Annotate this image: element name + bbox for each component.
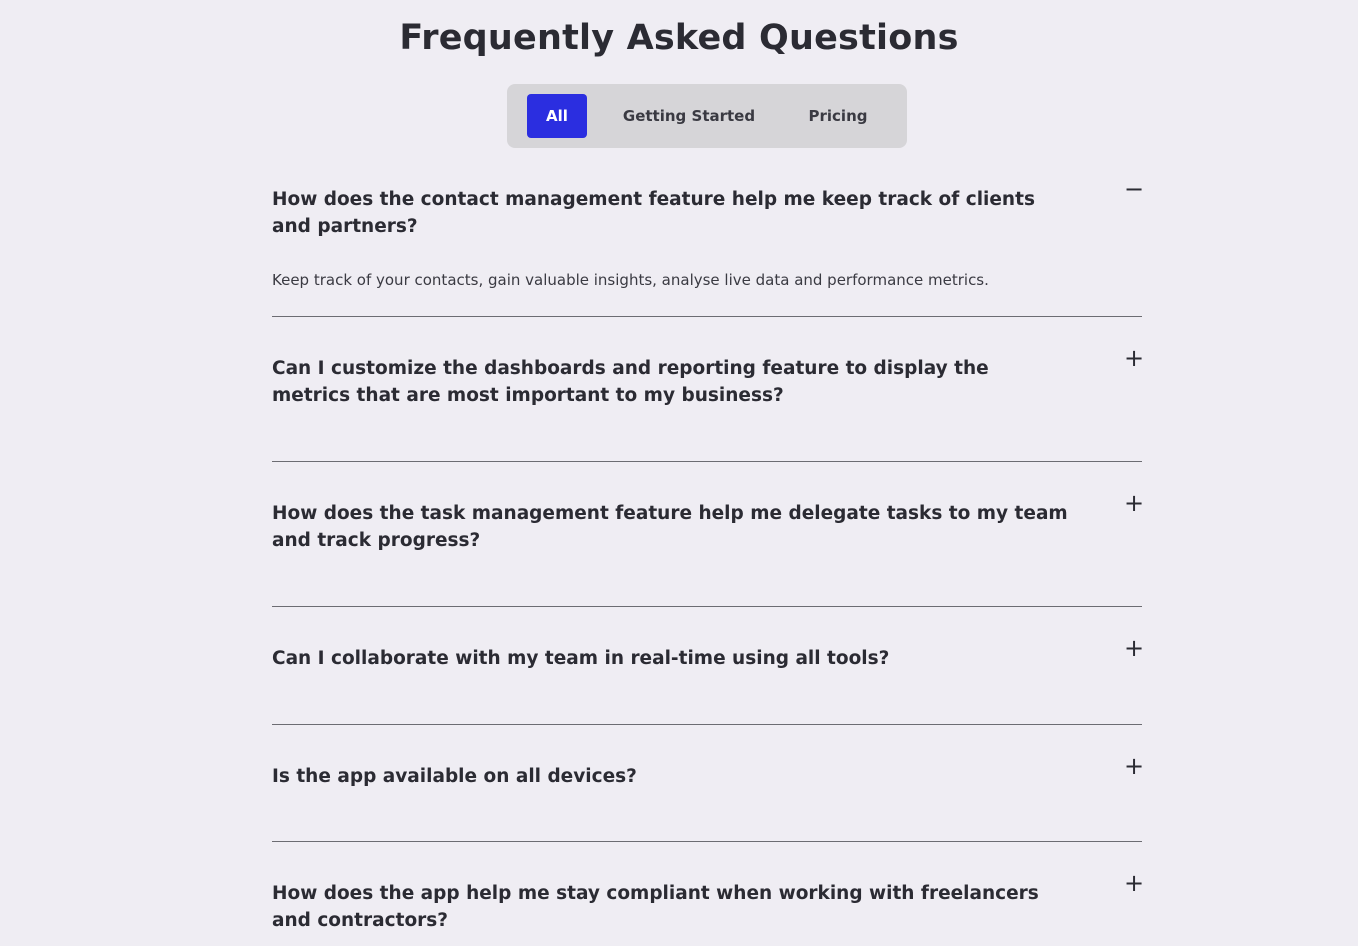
plus-icon[interactable]: + xyxy=(1124,636,1144,660)
plus-icon[interactable]: + xyxy=(1124,491,1144,515)
faq-item: How does the task management feature hel… xyxy=(272,491,1144,554)
faq-answer: Keep track of your contacts, gain valuab… xyxy=(272,271,989,289)
plus-icon[interactable]: + xyxy=(1124,346,1144,370)
plus-icon[interactable]: + xyxy=(1124,871,1144,895)
faq-item: Can I collaborate with my team in real-t… xyxy=(272,636,1144,672)
faq-question-row[interactable]: How does the app help me stay compliant … xyxy=(272,871,1144,934)
faq-item: Can I customize the dashboards and repor… xyxy=(272,346,1144,409)
faq-item: Is the app available on all devices? + xyxy=(272,754,1144,790)
faq-question-row[interactable]: How does the contact management feature … xyxy=(272,177,1144,240)
tab-all[interactable]: All xyxy=(527,94,587,138)
faq-item: How does the app help me stay compliant … xyxy=(272,871,1144,934)
category-tabs: All Getting Started Pricing xyxy=(507,84,907,148)
page-title: Frequently Asked Questions xyxy=(399,18,959,58)
tab-pricing[interactable]: Pricing xyxy=(793,94,883,138)
divider xyxy=(272,461,1142,462)
divider xyxy=(272,724,1142,725)
faq-item: How does the contact management feature … xyxy=(272,177,1144,291)
plus-icon[interactable]: + xyxy=(1124,754,1144,778)
faq-question: How does the contact management feature … xyxy=(272,189,1035,237)
faq-question-row[interactable]: Can I collaborate with my team in real-t… xyxy=(272,636,1144,672)
faq-question-row[interactable]: How does the task management feature hel… xyxy=(272,491,1144,554)
divider xyxy=(272,316,1142,317)
faq-question: Can I collaborate with my team in real-t… xyxy=(272,648,890,669)
divider xyxy=(272,606,1142,607)
divider xyxy=(272,841,1142,842)
faq-question: Can I customize the dashboards and repor… xyxy=(272,358,989,406)
faq-question: Is the app available on all devices? xyxy=(272,766,637,787)
faq-page: Frequently Asked Questions All Getting S… xyxy=(0,0,1358,946)
minus-icon[interactable]: − xyxy=(1124,177,1144,201)
faq-question-row[interactable]: Is the app available on all devices? + xyxy=(272,754,1144,790)
tab-getting-started[interactable]: Getting Started xyxy=(611,94,767,138)
faq-question-row[interactable]: Can I customize the dashboards and repor… xyxy=(272,346,1144,409)
faq-question: How does the app help me stay compliant … xyxy=(272,883,1039,931)
faq-question: How does the task management feature hel… xyxy=(272,503,1068,551)
